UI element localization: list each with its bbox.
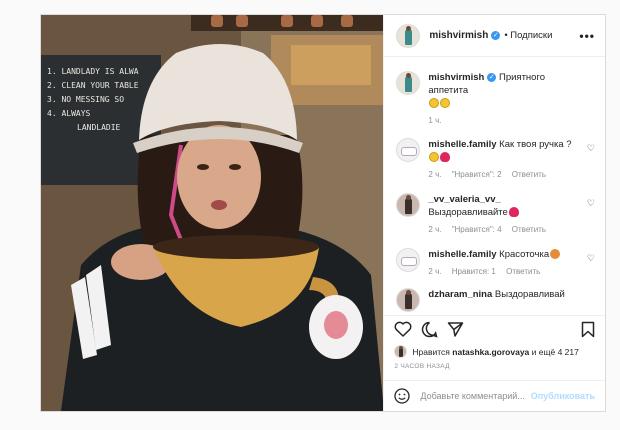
heart-icon[interactable]: ♡ [587,253,595,264]
caption-meta: 1 ч. [428,116,581,125]
likes-count[interactable]: и ещё 4 217 [532,347,579,357]
caption: mishvirmish ✓ Приятного аппетита 1 ч. [384,71,605,125]
action-bar [384,315,605,342]
comment-text: Красоточка [499,249,550,260]
comment-meta: 2 ч. "Нравится": 4 Ответить [428,225,581,234]
yum-emoji-icon [440,98,451,109]
smile-emoji-icon [429,152,440,163]
verified-icon: ✓ [491,31,501,40]
comment-meta: 2 ч. "Нравится": 2 Ответить [428,170,581,179]
yum-emoji-icon [429,98,440,109]
comment-author[interactable]: _vv_valeria_vv_ [428,194,500,205]
comment-composer: Добавьте комментарий... Опубликовать [384,380,605,411]
comment-time[interactable]: 2 ч. [428,170,441,179]
heart-icon[interactable]: ♡ [587,143,595,154]
avatar[interactable] [396,193,421,217]
comment-author[interactable]: mishelle.family [428,249,496,260]
comment-author[interactable]: dzharam_nina [428,289,492,300]
comment-time[interactable]: 2 ч. [428,267,441,276]
post-side-panel: mishvirmish ✓ • Подписки ••• mishvirmish… [383,15,605,411]
liker-avatar [394,345,408,358]
comment-likes[interactable]: "Нравится": 2 [452,170,502,179]
comment-text: Как твоя ручка ? [499,139,572,150]
following-status[interactable]: • Подписки [504,30,552,41]
comment-time[interactable]: 2 ч. [428,225,441,234]
avatar[interactable] [396,23,421,48]
caption-author[interactable]: mishvirmish [428,72,484,83]
share-icon[interactable] [447,321,464,338]
liker-username[interactable]: natashka.gorovaya [452,347,529,357]
heart-icon[interactable]: ♡ [587,198,595,209]
post-header: mishvirmish ✓ • Подписки ••• [384,15,605,57]
chalk-line: LANDLADIE [77,123,121,132]
author-username[interactable]: mishvirmish [429,30,488,41]
chalk-line: 2. CLEAN YOUR TABLE [47,81,139,90]
instagram-post: 1. LANDLADY IS ALWA 2. CLEAN YOUR TABLE … [40,14,606,412]
heart-eyes-emoji-icon [550,249,561,260]
comment-icon[interactable] [421,321,438,338]
heart-icon[interactable] [394,321,412,337]
chalk-line: 3. NO MESSING SO [47,95,125,104]
publish-button[interactable]: Опубликовать [531,391,595,401]
comment-item: mishelle.family Красоточка ♡ 2 ч. Нравит… [384,248,605,276]
chalk-line: 1. LANDLADY IS ALWA [47,67,139,76]
comment-time[interactable]: 1 ч. [428,116,441,125]
post-photo[interactable]: 1. LANDLADY IS ALWA 2. CLEAN YOUR TABLE … [41,15,384,411]
red-heart-emoji-icon [508,207,519,218]
comments-list[interactable]: mishvirmish ✓ Приятного аппетита 1 ч. mis… [384,57,605,315]
red-heart-emoji-icon [440,152,451,163]
comment-likes[interactable]: "Нравится": 4 [452,225,502,234]
comment-text: Выздоравливайте [428,207,508,218]
comment-item: dzharam_nina Выздоравливай [384,288,605,312]
reply-button[interactable]: Ответить [512,225,546,234]
reply-button[interactable]: Ответить [506,267,540,276]
likes-summary[interactable]: Нравится natashka.gorovaya и ещё 4 217 [394,345,579,358]
emoji-icon[interactable] [394,388,411,404]
comment-author[interactable]: mishelle.family [428,139,496,150]
bookmark-icon[interactable] [581,321,595,338]
reply-button[interactable]: Ответить [512,170,546,179]
comment-likes[interactable]: Нравится: 1 [452,267,496,276]
comment-text: Выздоравливай [494,289,565,300]
avatar[interactable] [396,71,421,95]
more-icon[interactable]: ••• [579,29,595,43]
verified-icon: ✓ [487,72,497,82]
chalk-line: 4. ALWAYS [47,109,91,118]
comment-meta: 2 ч. Нравится: 1 Ответить [428,267,581,276]
avatar[interactable] [396,288,421,312]
comment-input[interactable]: Добавьте комментарий... [420,391,530,401]
comment-item: mishelle.family Как твоя ручка ? ♡ 2 ч. … [384,138,605,179]
comment-item: _vv_valeria_vv_ Выздоравливайте ♡ 2 ч. "… [384,193,605,234]
post-timestamp[interactable]: 2 ЧАСОВ НАЗАД [394,363,449,370]
avatar[interactable] [396,248,421,272]
likes-prefix: Нравится [412,346,450,357]
avatar[interactable] [396,138,421,162]
chalkboard-text: 1. LANDLADY IS ALWA 2. CLEAN YOUR TABLE … [47,65,167,135]
